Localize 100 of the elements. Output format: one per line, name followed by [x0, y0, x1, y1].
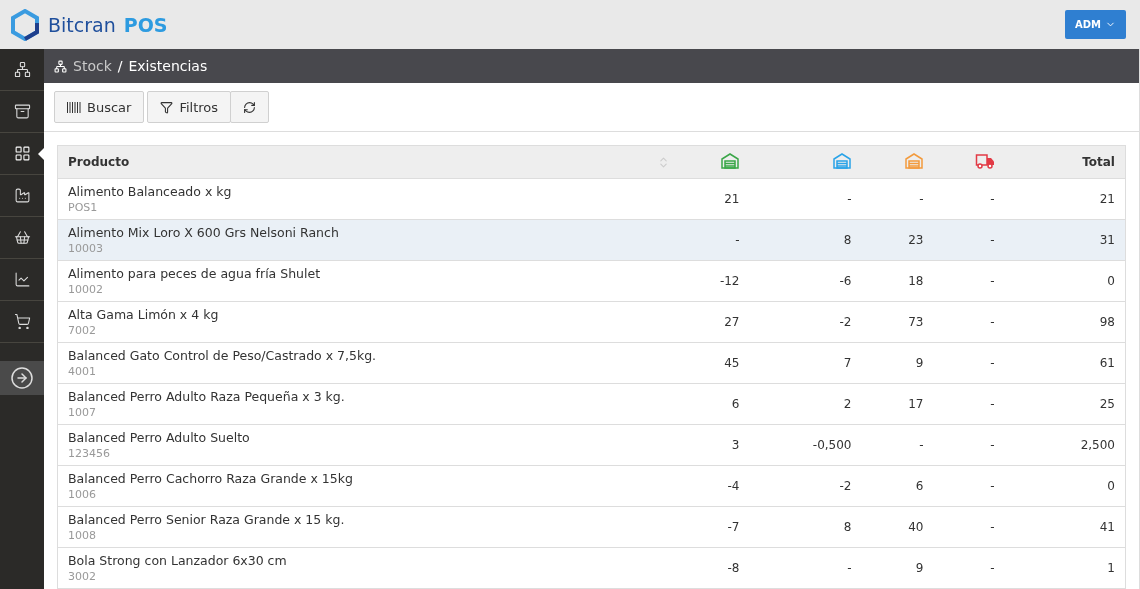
table-cell: -: [990, 561, 995, 575]
sitemap-icon: [13, 61, 31, 78]
product-code: 1008: [68, 529, 97, 542]
factory-icon: [13, 187, 31, 204]
table-cell: 3: [731, 438, 740, 452]
active-caret-icon: [38, 148, 44, 160]
grid-icon: [13, 145, 31, 162]
table-cell: -: [990, 315, 995, 329]
table-cell: -2: [839, 479, 852, 493]
table-cell: 21: [724, 192, 740, 206]
table-row[interactable]: Balanced Perro Senior Raza Grande x 15 kg. 1008 -7 8 40 - 41: [57, 506, 1126, 548]
table-cell: -: [990, 479, 995, 493]
table-cell: -: [990, 274, 995, 288]
table-cell: 31: [1099, 233, 1115, 247]
table-cell: 41: [1099, 520, 1115, 534]
search-button[interactable]: Buscar: [54, 91, 145, 123]
table-cell: -: [990, 192, 995, 206]
table-cell: 21: [1099, 192, 1115, 206]
table-row[interactable]: Balanced Gato Control de Peso/Castrado x 7,5kg. 4001 45 7 9 - 61: [57, 342, 1126, 384]
table-row[interactable]: Balanced Perro Cachorro Raza Grande x 15kg 1006 -4 -2 6 - 0: [57, 465, 1126, 507]
collapse-button[interactable]: [0, 361, 44, 395]
product-name: Alimento Mix Loro X 600 Grs Nelsoni Ranch: [68, 225, 340, 240]
barcode-icon: [67, 101, 81, 113]
breadcrumb-current: Existencias: [128, 58, 208, 74]
product-code: 7002: [68, 324, 97, 337]
breadcrumb-link[interactable]: Stock: [73, 58, 112, 74]
product-name: Bola Strong con Lanzador 6x30 cm: [68, 553, 288, 568]
filter-button[interactable]: Filtros: [147, 91, 232, 123]
table-row[interactable]: Bola Strong con Lanzador 6x30 cm 3002 -8 - 9 - 1: [57, 547, 1126, 589]
table-cell: 8: [843, 233, 852, 247]
table-cell: -6: [839, 274, 852, 288]
table-cell: 27: [724, 315, 740, 329]
product-code: 123456: [68, 447, 111, 460]
line-chart-icon: [13, 271, 31, 288]
table-cell: -: [990, 356, 995, 370]
arrow-circle-icon: [10, 366, 34, 390]
table-cell: -: [919, 438, 924, 452]
table-cell: -: [990, 233, 995, 247]
table-cell: -: [990, 438, 995, 452]
product-code: 1006: [68, 488, 97, 501]
refresh-button[interactable]: [230, 91, 270, 123]
table-cell: -: [990, 520, 995, 534]
table-cell: 7: [843, 356, 852, 370]
cart-icon: [13, 313, 31, 330]
product-name: Alta Gama Limón x 4 kg: [68, 307, 220, 322]
table-cell: -2: [839, 315, 852, 329]
product-name: Balanced Perro Senior Raza Grande x 15 kg.: [68, 512, 346, 527]
table-cell: -0,500: [812, 438, 852, 452]
table-cell: -8: [727, 561, 740, 575]
breadcrumb-separator: /: [117, 58, 123, 74]
table-cell: -: [847, 192, 852, 206]
brand-name: Bitcran: [48, 13, 116, 36]
table-cell: 17: [908, 397, 924, 411]
table-cell: 23: [908, 233, 924, 247]
table-cell: -4: [727, 479, 740, 493]
product-name: Balanced Perro Adulto Raza Pequeña x 3 kg.: [68, 389, 346, 404]
table-cell: 0: [1107, 274, 1115, 288]
product-name: Balanced Gato Control de Peso/Castrado x 7,5kg.: [68, 348, 378, 363]
table-row[interactable]: Alimento para peces de agua fría Shulet 10002 -12 -6 18 - 0: [57, 260, 1126, 302]
archive-icon: [13, 103, 31, 120]
product-name: Alimento Balanceado x kg: [68, 184, 233, 199]
table-cell: 18: [908, 274, 924, 288]
column-header: Total: [1082, 155, 1115, 169]
product-code: 4001: [68, 365, 97, 378]
table-cell: 0: [1107, 479, 1115, 493]
user-menu-button[interactable]: ADM: [1065, 10, 1126, 39]
table-cell: 40: [908, 520, 924, 534]
product-code: POS1: [68, 201, 99, 214]
basket-icon: [13, 229, 31, 246]
table-row[interactable]: Alimento Balanceado x kg POS1 21 - - - 21: [57, 178, 1126, 220]
logo-icon: [10, 8, 40, 41]
table-cell: 73: [908, 315, 924, 329]
table-row[interactable]: Alta Gama Limón x 4 kg 7002 27 -2 73 - 98: [57, 301, 1126, 343]
table-cell: 2: [843, 397, 852, 411]
table-cell: 6: [731, 397, 740, 411]
table-cell: 1: [1107, 561, 1115, 575]
refresh-icon: [243, 100, 257, 114]
table-cell: -: [990, 397, 995, 411]
table-cell: 9: [915, 356, 924, 370]
filter-icon: [160, 100, 174, 114]
table-row[interactable]: Balanced Perro Adulto Suelto 123456 3 -0,500 - - 2,500: [57, 424, 1126, 466]
table-cell: 98: [1099, 315, 1115, 329]
table-cell: -7: [727, 520, 740, 534]
product-name: Balanced Perro Adulto Suelto: [68, 430, 251, 445]
brand-suffix: POS: [123, 13, 168, 36]
table-cell: -12: [719, 274, 740, 288]
table-cell: -: [735, 233, 740, 247]
product-code: 10003: [68, 242, 104, 255]
table-cell: 25: [1099, 397, 1115, 411]
table-cell: -: [847, 561, 852, 575]
table-cell: 9: [915, 561, 924, 575]
table-cell: 61: [1099, 356, 1115, 370]
product-code: 3002: [68, 570, 97, 583]
table-row[interactable]: Balanced Perro Adulto Raza Pequeña x 3 kg. 1007 6 2 17 - 25: [57, 383, 1126, 425]
table-cell: 2,500: [1080, 438, 1115, 452]
table-cell: -: [919, 192, 924, 206]
product-name: Alimento para peces de agua fría Shulet: [68, 266, 322, 281]
product-name: Balanced Perro Cachorro Raza Grande x 15kg: [68, 471, 354, 486]
table-cell: 8: [843, 520, 852, 534]
table-cell: 6: [915, 479, 924, 493]
